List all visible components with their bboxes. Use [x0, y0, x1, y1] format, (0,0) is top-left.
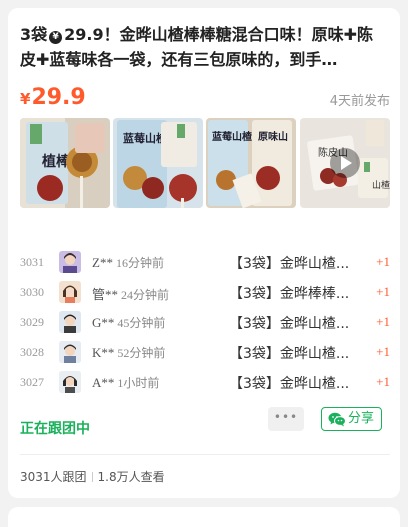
order-qty: +1: [376, 344, 390, 359]
avatar[interactable]: [59, 311, 81, 333]
avatar[interactable]: [59, 281, 81, 303]
wechat-icon: [328, 412, 346, 427]
order-number: 3029: [20, 315, 44, 329]
candy-photo-2-image: 蓝莓山楂棒: [113, 118, 203, 208]
share-button[interactable]: 分享: [321, 407, 382, 431]
order-qty: +1: [376, 314, 390, 329]
order-item: 【3袋】金晔山楂...: [229, 256, 350, 272]
user-name: K** 52分钟前: [92, 345, 166, 360]
share-label: 分享: [348, 411, 375, 426]
list-item[interactable]: 3029 G** 45分钟前 【3袋】金晔山楂... +1: [20, 308, 390, 338]
candy-video-4[interactable]: 陈皮山 山楂: [300, 118, 390, 208]
candy-photo-1[interactable]: 植棒: [20, 118, 110, 208]
avatar[interactable]: [59, 371, 81, 393]
order-qty: +1: [376, 254, 390, 269]
order-time: 52分钟前: [117, 346, 166, 360]
group-buy-card[interactable]: 3袋 ¥29.9！金晔山楂棒棒糖混合口味！原味✚陈皮✚蓝莓味各一袋，还有三包原味的…: [8, 8, 400, 498]
svg-text:蓝莓山楂: 蓝莓山楂: [212, 130, 253, 143]
candy-photo-3-image: 蓝莓山楂 原味山: [206, 118, 296, 208]
price-row: ¥29.9 4天前发布: [20, 84, 390, 112]
candy-photo-2[interactable]: 蓝莓山楂棒: [113, 118, 203, 208]
avatar[interactable]: [59, 251, 81, 273]
play-icon[interactable]: [330, 148, 360, 178]
user-name: Z** 16分钟前: [92, 255, 164, 270]
candy-photo-1-image: 植棒: [20, 118, 110, 208]
price-value: 29.9: [31, 85, 86, 110]
stats-bar: 3031人跟团 1.8万人查看: [20, 468, 165, 485]
title-prefix: 3袋: [20, 25, 48, 44]
order-list: 3031 Z** 16分钟前 【3袋】金晔山楂... +1 3030 管** 24分…: [20, 248, 390, 398]
list-item[interactable]: 3031 Z** 16分钟前 【3袋】金晔山楂... +1: [20, 248, 390, 278]
list-item[interactable]: 3030 管** 24分钟前 【3袋】金晔棒棒... +1: [20, 278, 390, 308]
user-name: A** 1小时前: [92, 375, 160, 390]
title-text: 29.9！金晔山楂棒棒糖混合口味！原味✚陈皮✚蓝莓味各一袋，还有三包原味的，到手…: [20, 25, 374, 69]
user-name: 管** 24分钟前: [92, 287, 170, 302]
order-number: 3031: [20, 255, 44, 269]
list-item[interactable]: 3028 K** 52分钟前 【3袋】金晔山楂... +1: [20, 338, 390, 368]
order-item: 【3袋】金晔棒棒...: [229, 286, 350, 302]
stats-separator: [91, 472, 93, 482]
image-gallery: 植棒 蓝莓山楂棒 蓝莓山楂 原味山 陈皮山 山楂: [20, 118, 390, 208]
order-time: 24分钟前: [121, 288, 170, 302]
avatar[interactable]: [59, 341, 81, 363]
post-title[interactable]: 3袋 ¥29.9！金晔山楂棒棒糖混合口味！原味✚陈皮✚蓝莓味各一袋，还有三包原味的…: [20, 22, 386, 72]
order-qty: +1: [376, 374, 390, 389]
list-item[interactable]: 3027 A** 1小时前 【3袋】金晔山楂... +1: [20, 368, 390, 398]
order-item: 【3袋】金晔山楂...: [229, 316, 350, 332]
candy-photo-3[interactable]: 蓝莓山楂 原味山: [206, 118, 296, 208]
user-name: G** 45分钟前: [92, 315, 166, 330]
price-symbol: ¥: [20, 90, 31, 108]
order-item: 【3袋】金晔山楂...: [229, 376, 350, 392]
more-button[interactable]: •••: [268, 407, 304, 431]
order-number: 3027: [20, 375, 44, 389]
svg-text:原味山: 原味山: [258, 130, 288, 143]
next-card: [8, 507, 400, 527]
price: ¥29.9: [20, 85, 86, 110]
order-number: 3030: [20, 285, 44, 299]
divider: [20, 454, 390, 455]
order-time: 45分钟前: [117, 316, 166, 330]
participant-count: 3031人跟团: [20, 470, 87, 484]
yen-coin-icon: ¥: [49, 31, 63, 44]
order-time: 1小时前: [117, 376, 160, 390]
order-item: 【3袋】金晔山楂...: [229, 346, 350, 362]
svg-text:山楂: 山楂: [372, 179, 390, 191]
following-status[interactable]: 正在跟团中: [20, 418, 90, 438]
view-count: 1.8万人查看: [97, 470, 165, 484]
order-time: 16分钟前: [115, 256, 164, 270]
order-number: 3028: [20, 345, 44, 359]
order-qty: +1: [376, 284, 390, 299]
posted-time: 4天前发布: [329, 94, 390, 109]
